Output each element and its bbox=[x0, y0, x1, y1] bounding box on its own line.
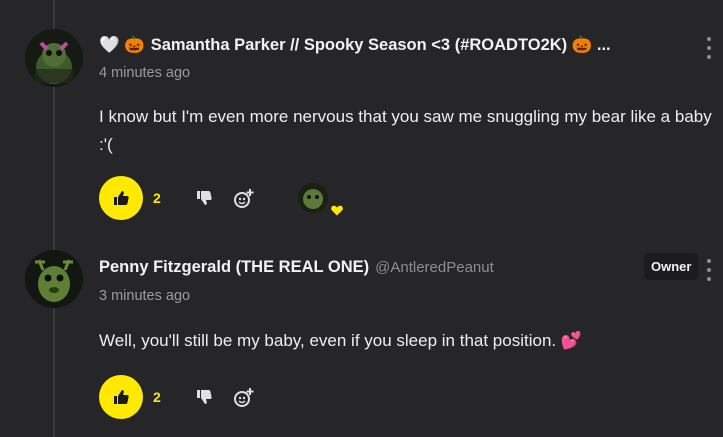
add-reaction-button[interactable] bbox=[229, 183, 259, 213]
avatar[interactable] bbox=[25, 250, 83, 308]
timestamp: 4 minutes ago bbox=[99, 65, 191, 81]
author-name[interactable]: Samantha Parker // Spooky Season <3 (#RO… bbox=[151, 36, 611, 55]
avatar[interactable] bbox=[25, 29, 83, 87]
heart-reaction-icon bbox=[331, 205, 343, 216]
like-button[interactable] bbox=[99, 176, 143, 220]
author-prefix-emoji: 🤍 🎃 bbox=[99, 36, 145, 54]
dislike-button[interactable] bbox=[189, 382, 219, 412]
comment-actions: 2 bbox=[99, 375, 259, 419]
like-count: 2 bbox=[153, 389, 161, 405]
like-icon bbox=[114, 191, 129, 205]
add-reaction-icon bbox=[234, 189, 254, 208]
comment-body: Well, you'll still be my baby, even if y… bbox=[99, 331, 583, 350]
like-icon bbox=[114, 390, 129, 404]
dislike-icon bbox=[197, 191, 212, 205]
add-reaction-button[interactable] bbox=[229, 382, 259, 412]
comment-body: I know but I'm even more nervous that yo… bbox=[99, 107, 712, 154]
dislike-icon bbox=[197, 390, 212, 404]
author-handle[interactable]: @AntleredPeanut bbox=[375, 259, 494, 276]
like-button[interactable] bbox=[99, 375, 143, 419]
comment-1: 🤍 🎃 Samantha Parker // Spooky Season <3 … bbox=[0, 0, 723, 230]
more-options-icon[interactable] bbox=[706, 37, 712, 59]
author-name[interactable]: Penny Fitzgerald (THE REAL ONE) bbox=[99, 258, 369, 277]
reactor-avatar[interactable] bbox=[298, 183, 328, 213]
more-options-icon[interactable] bbox=[706, 259, 712, 281]
add-reaction-icon bbox=[234, 388, 254, 407]
timestamp: 3 minutes ago bbox=[99, 288, 191, 304]
comment-2: Penny Fitzgerald (THE REAL ONE) @Antlere… bbox=[0, 230, 723, 437]
owner-badge: Owner bbox=[644, 253, 699, 280]
dislike-button[interactable] bbox=[189, 183, 219, 213]
like-count: 2 bbox=[153, 190, 161, 206]
comment-actions: 2 bbox=[99, 176, 259, 220]
